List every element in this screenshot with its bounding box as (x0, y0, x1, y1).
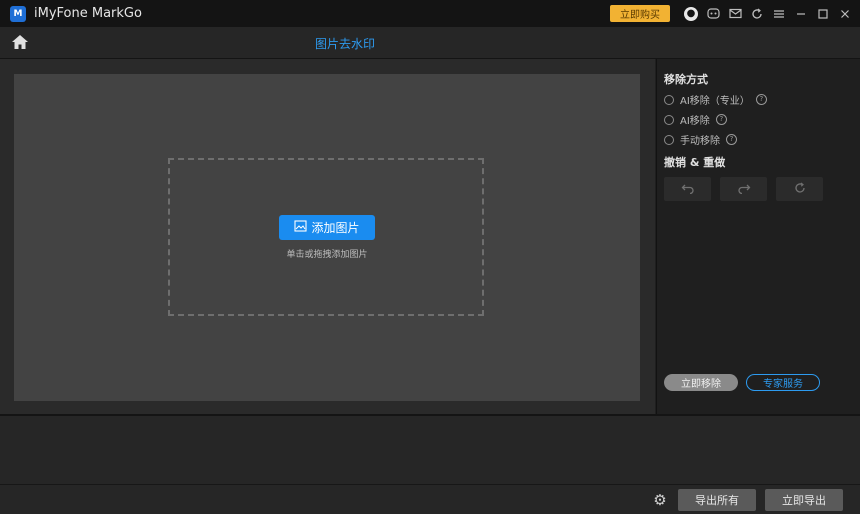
upgrade-button[interactable]: 立即购买 (610, 5, 670, 22)
minimize-icon[interactable] (794, 7, 808, 21)
reset-button[interactable] (776, 177, 823, 201)
radio-button[interactable] (664, 134, 674, 145)
option-label: 手动移除 (680, 136, 720, 147)
export-all-button[interactable]: 导出所有 (678, 489, 756, 511)
mail-icon[interactable] (728, 7, 742, 21)
title-bar-controls: 立即购买 ● (610, 0, 852, 27)
app-logo-icon: M (10, 5, 26, 22)
add-image-label: 添加图片 (311, 221, 360, 235)
help-icon[interactable]: ? (715, 114, 727, 125)
maximize-icon[interactable] (816, 7, 830, 21)
undo-icon (681, 182, 695, 197)
undo-redo-title: 撤销 & 重做 (664, 156, 726, 169)
option-manual[interactable]: 手动移除 ? (664, 132, 737, 147)
expert-service-button[interactable]: 专家服务 (746, 374, 820, 391)
help-icon[interactable]: ? (726, 134, 737, 145)
discord-icon[interactable] (706, 7, 720, 21)
option-label: AI移除 (680, 116, 710, 127)
refresh-icon[interactable] (750, 7, 764, 21)
removal-method-title: 移除方式 (664, 73, 708, 86)
app-title: iMyFone MarkGo (34, 6, 142, 21)
menu-icon[interactable] (772, 7, 786, 21)
home-icon[interactable] (10, 33, 30, 51)
add-image-icon (294, 220, 308, 235)
option-ai-pro[interactable]: AI移除（专业） ? (664, 92, 767, 107)
title-bar: M iMyFone MarkGo 立即购买 ● (0, 0, 860, 27)
export-now-button[interactable]: 立即导出 (765, 489, 843, 511)
radio-button[interactable] (664, 94, 674, 105)
option-label: AI移除（专业） (680, 96, 750, 107)
drop-hint: 单击或拖拽添加图片 (286, 250, 368, 260)
reset-icon (794, 182, 806, 197)
option-ai[interactable]: AI移除 ? (664, 112, 727, 127)
gear-icon[interactable]: ⚙ (652, 492, 668, 508)
page-title: 图片去水印 (315, 37, 376, 51)
radio-button[interactable] (664, 114, 674, 125)
footer-divider (0, 484, 860, 485)
redo-button[interactable] (720, 177, 767, 201)
top-toolbar: 图片去水印 (0, 27, 860, 59)
undo-button[interactable] (664, 177, 711, 201)
remove-now-button[interactable]: 立即移除 (664, 374, 738, 391)
help-icon[interactable]: ? (755, 94, 767, 105)
add-image-button[interactable]: 添加图片 (279, 215, 375, 240)
user-icon[interactable]: ● (684, 6, 698, 21)
redo-icon (737, 182, 751, 197)
close-icon[interactable] (838, 7, 852, 21)
